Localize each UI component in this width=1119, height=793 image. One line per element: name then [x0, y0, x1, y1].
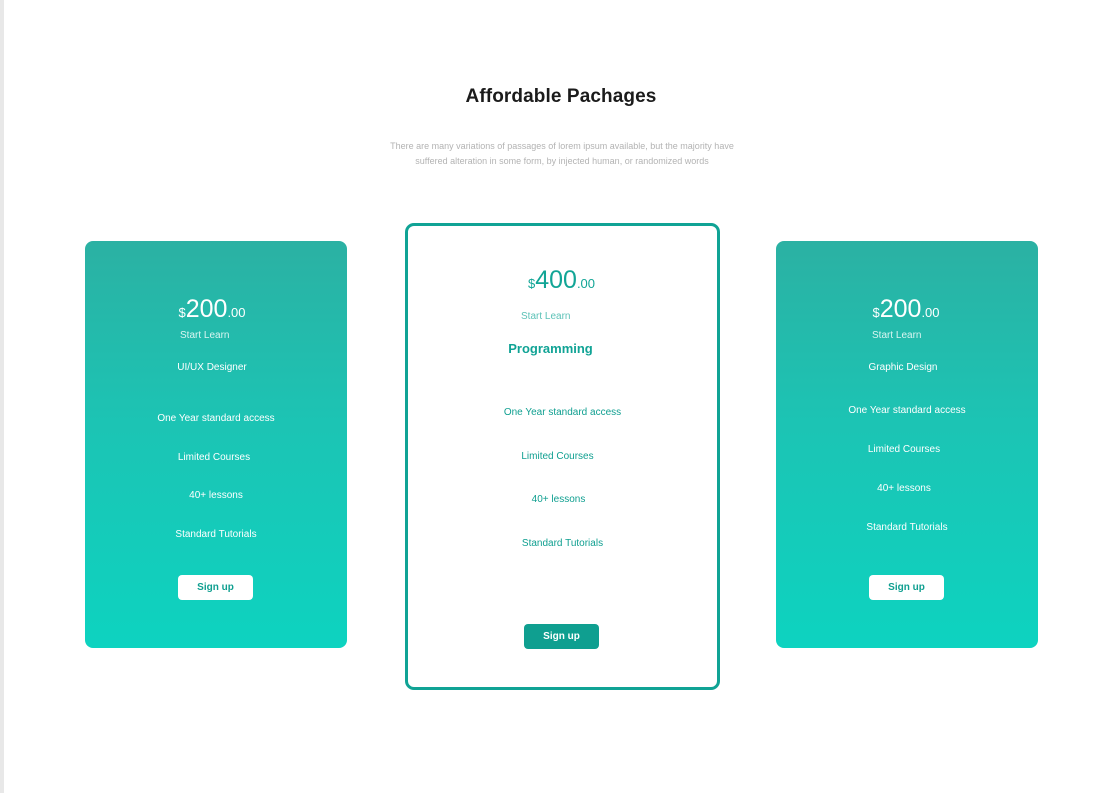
plan-tagline: Start Learn [180, 330, 230, 341]
pricing-page: Affordable Pachages There are many varia… [0, 0, 1119, 793]
plan-feature: Standard Tutorials [521, 538, 604, 549]
pricing-card-graphic-design: $200.00 Start Learn Graphic Design One Y… [776, 241, 1038, 648]
plan-feature: One Year standard access [157, 413, 275, 424]
price-currency: $ [872, 305, 880, 320]
plan-name: UI/UX Designer [177, 362, 247, 373]
plan-price: $200.00 [775, 295, 1037, 324]
price-currency: $ [178, 305, 186, 320]
plan-name: Programming [508, 341, 593, 356]
subtitle-line: suffered alteration in some form, by inj… [415, 156, 709, 166]
plan-feature: 40+ lessons [531, 494, 586, 505]
plan-feature: Limited Courses [521, 451, 594, 462]
plan-feature: One Year standard access [848, 405, 966, 416]
plan-price: $400.00 [407, 266, 716, 295]
price-cents: .00 [227, 305, 246, 320]
page-left-border [0, 0, 4, 793]
price-amount: 200 [185, 295, 228, 323]
plan-feature: 40+ lessons [877, 483, 931, 494]
plan-feature: Limited Courses [177, 452, 251, 463]
plan-feature: Standard Tutorials [866, 522, 948, 533]
page-title: Affordable Pachages [465, 86, 657, 107]
plan-feature: Limited Courses [867, 444, 941, 455]
price-cents: .00 [921, 305, 940, 320]
plan-feature: One Year standard access [503, 407, 622, 418]
plan-tagline: Start Learn [872, 330, 922, 341]
plan-feature: 40+ lessons [189, 490, 243, 501]
pricing-card-programming: $400.00 Start Learn Programming One Year… [405, 223, 720, 690]
price-amount: 200 [879, 295, 922, 323]
signup-button[interactable]: Sign up [869, 575, 944, 600]
price-cents: .00 [576, 276, 596, 291]
plan-name: Graphic Design [868, 362, 938, 373]
pricing-card-uiux: $200.00 Start Learn UI/UX Designer One Y… [85, 241, 347, 648]
signup-button[interactable]: Sign up [178, 575, 253, 600]
price-amount: 400 [535, 266, 577, 294]
signup-button[interactable]: Sign up [524, 624, 599, 649]
plan-feature: Standard Tutorials [175, 529, 257, 540]
plan-price: $200.00 [81, 295, 343, 324]
plan-tagline: Start Learn [521, 311, 571, 322]
page-subtitle: There are many variations of passages of… [381, 139, 743, 169]
subtitle-line: There are many variations of passages of… [390, 141, 734, 151]
